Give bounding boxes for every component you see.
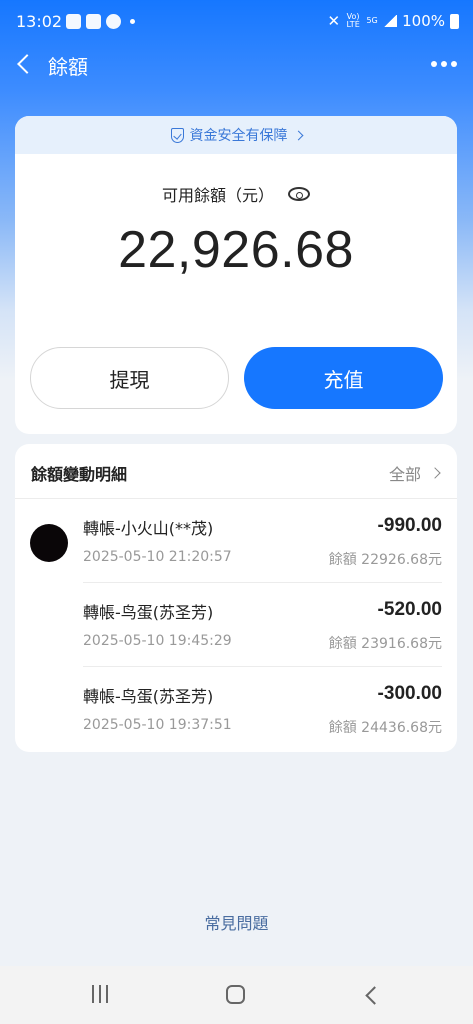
notification-icons (66, 14, 135, 29)
transaction-datetime: 2025-05-10 19:45:29 (83, 633, 232, 649)
transaction-name: 轉帳-鸟蛋(苏圣芳) (83, 687, 214, 706)
home-button[interactable] (226, 985, 245, 1004)
recharge-button[interactable]: 充值 (244, 347, 443, 409)
details-title: 餘額變動明細 (31, 465, 128, 484)
more-dot-icon (451, 61, 457, 67)
avatar (30, 524, 68, 562)
security-notice-link[interactable]: 資金安全有保障 (15, 116, 457, 154)
chevron-right-icon (293, 130, 303, 140)
pinwheel-app-icon (106, 14, 121, 29)
transaction-balance: 餘額 23916.68元 (328, 636, 442, 652)
system-nav-bar (0, 966, 473, 1024)
balance-label-row: 可用餘額（元） (15, 182, 457, 206)
5g-icon: 5G (366, 16, 378, 25)
battery-icon (450, 13, 459, 29)
balance-label: 可用餘額（元） (161, 186, 274, 205)
balance-amount: 22,926.68 (118, 221, 354, 279)
status-right: ✕ Vo) LTE 5G 100% (328, 12, 459, 30)
mute-icon: ✕ (327, 12, 341, 30)
transaction-datetime: 2025-05-10 21:20:57 (83, 549, 232, 565)
chevron-right-icon (429, 467, 441, 479)
details-header: 餘額變動明細 全部 (15, 444, 457, 499)
status-bar: 13:02 ✕ Vo) LTE 5G 100% (0, 0, 473, 44)
transaction-amount: -990.00 (377, 515, 442, 536)
more-notifications-dot-icon (130, 19, 135, 24)
transaction-row[interactable]: 轉帳-小火山(**茂) 2025-05-10 21:20:57 -990.00 … (15, 499, 457, 583)
security-notice-text: 資金安全有保障 (189, 128, 288, 144)
app-header: 餘額 (0, 44, 473, 84)
more-dot-icon (441, 61, 447, 67)
page-title: 餘額 (48, 55, 88, 79)
checkbox-app-icon (86, 14, 101, 29)
view-all-label: 全部 (388, 465, 421, 484)
shield-check-icon (170, 127, 184, 143)
transaction-row[interactable]: 轉帳-鸟蛋(苏圣芳) 2025-05-10 19:37:51 -300.00 餘… (15, 667, 457, 751)
back-button[interactable] (12, 50, 38, 78)
transaction-name: 轉帳-鸟蛋(苏圣芳) (83, 603, 214, 622)
recent-apps-button[interactable] (92, 985, 112, 1003)
faq-link[interactable]: 常見問題 (0, 910, 473, 934)
volte-icon: Vo) LTE (346, 12, 360, 29)
transaction-amount: -520.00 (377, 599, 442, 620)
transaction-balance: 餘額 22926.68元 (328, 552, 442, 568)
transaction-amount: -300.00 (377, 683, 442, 704)
signal-icon (383, 15, 398, 27)
transaction-row[interactable]: 轉帳-鸟蛋(苏圣芳) 2025-05-10 19:45:29 -520.00 餘… (15, 583, 457, 667)
recent-apps-icon (92, 985, 94, 1003)
more-options-button[interactable] (431, 56, 457, 72)
status-time: 13:02 (16, 12, 63, 31)
battery-percent: 100% (402, 12, 445, 30)
view-all-link[interactable]: 全部 (388, 461, 441, 485)
system-back-button[interactable] (362, 984, 382, 1006)
line-app-icon (66, 14, 81, 29)
balance-card: 資金安全有保障 可用餘額（元） 22,926.68 提現 充值 (15, 116, 457, 434)
transaction-name: 轉帳-小火山(**茂) (83, 519, 214, 538)
eye-icon[interactable] (288, 187, 310, 201)
balance-details-card: 餘額變動明細 全部 轉帳-小火山(**茂) 2025-05-10 21:20:5… (15, 444, 457, 752)
recent-apps-icon (106, 985, 108, 1003)
recent-apps-icon (99, 985, 101, 1003)
more-dot-icon (431, 61, 437, 67)
transaction-balance: 餘額 24436.68元 (328, 720, 442, 736)
transaction-datetime: 2025-05-10 19:37:51 (83, 717, 232, 733)
withdraw-button[interactable]: 提現 (30, 347, 229, 409)
